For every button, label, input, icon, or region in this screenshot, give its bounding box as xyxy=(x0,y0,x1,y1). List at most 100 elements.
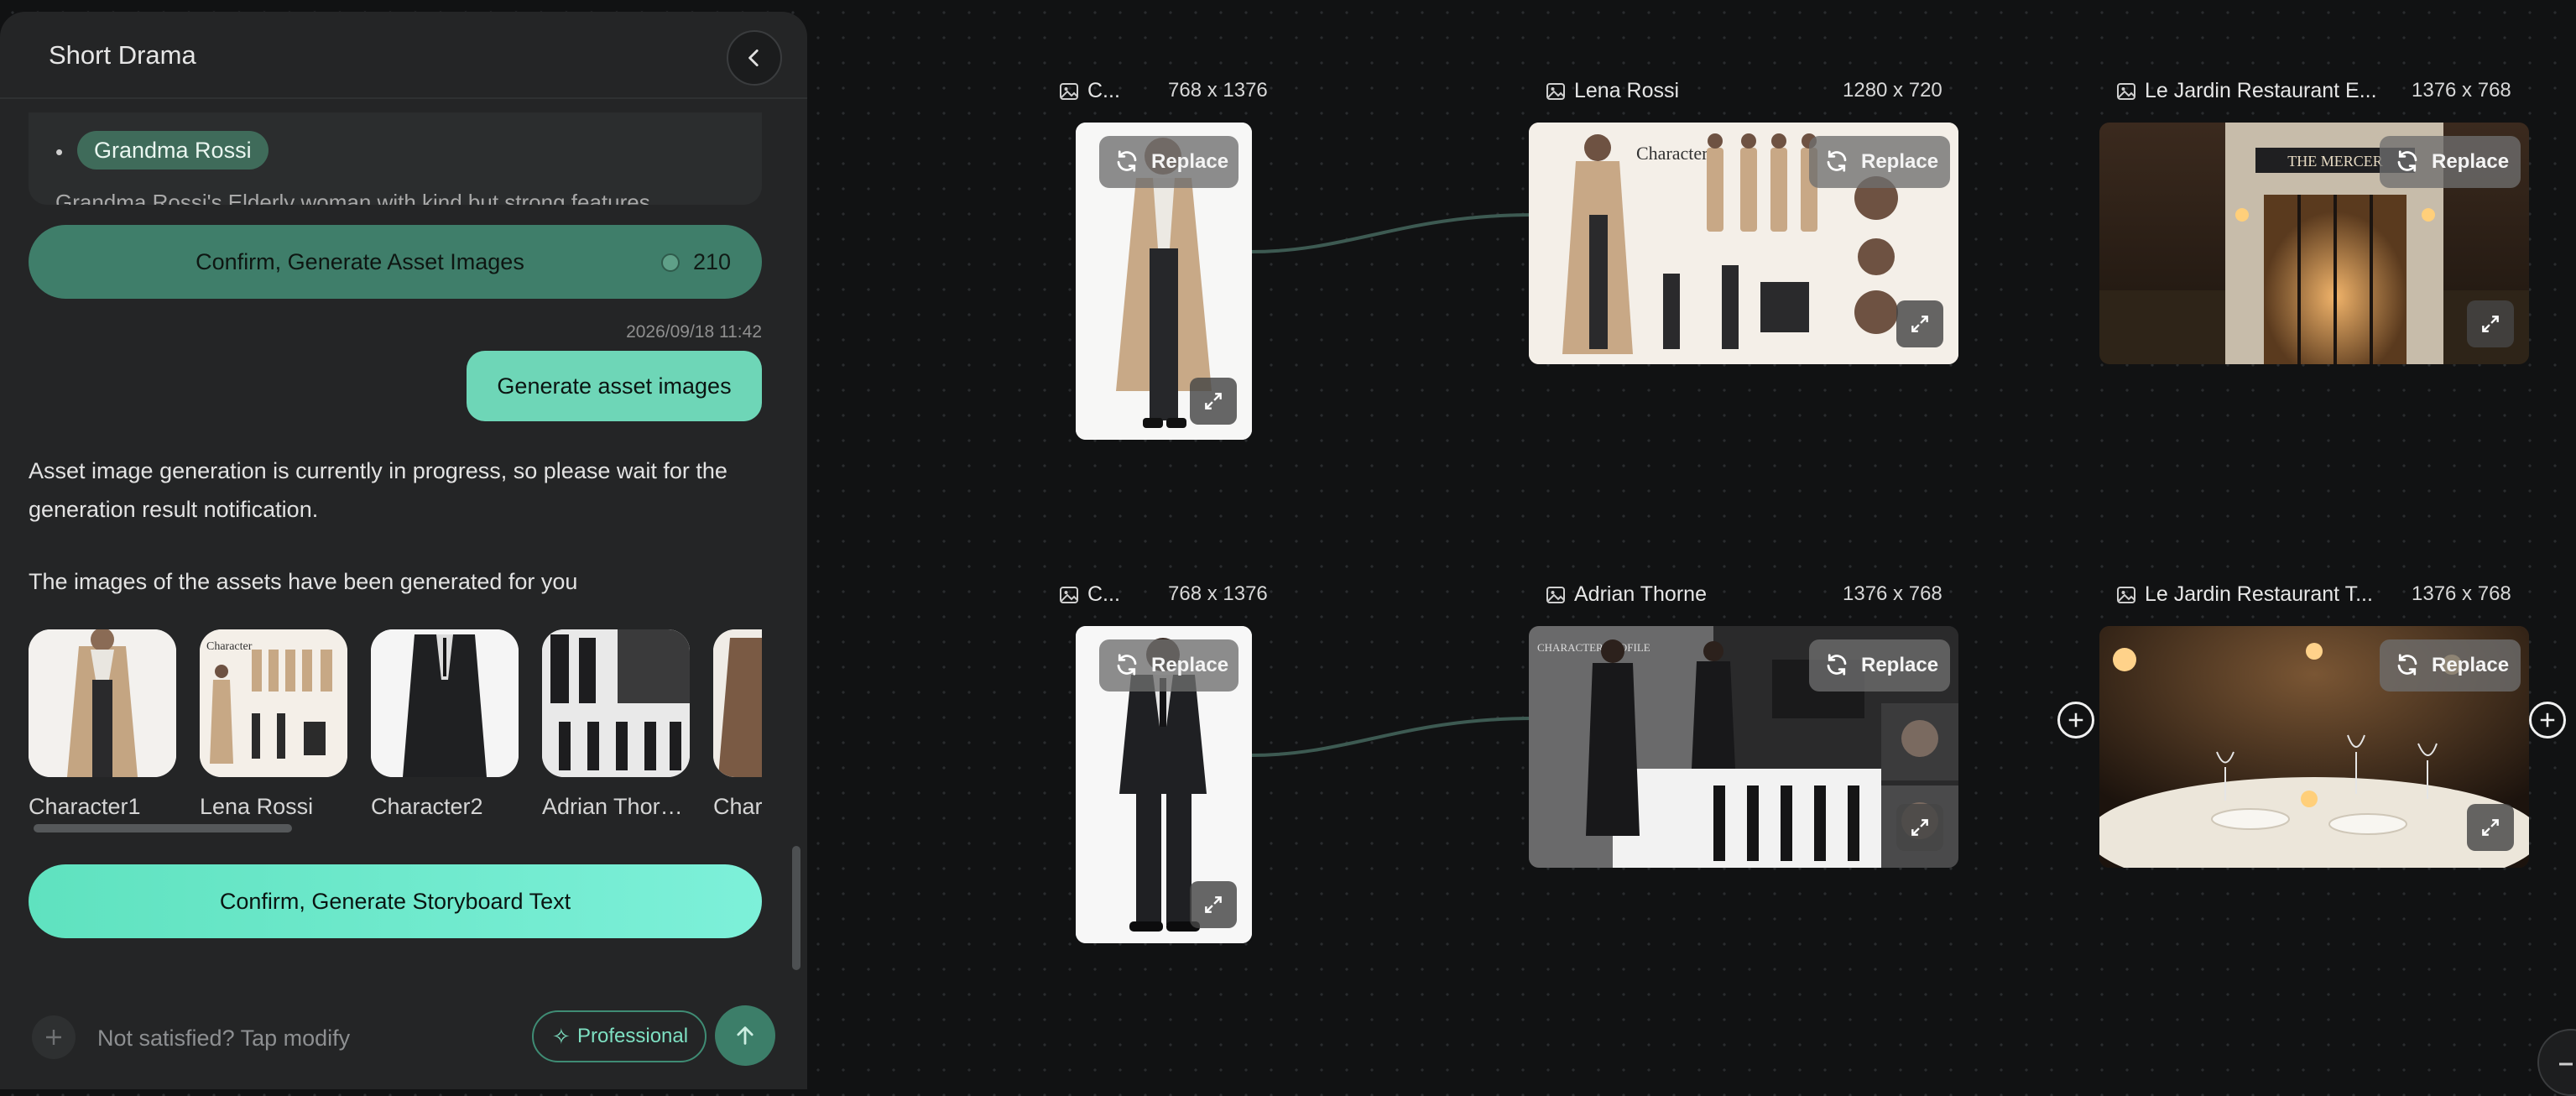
confirm-generate-assets-button[interactable]: Confirm, Generate Asset Images 210 xyxy=(29,225,762,299)
trench-coat-figure-image xyxy=(29,629,176,777)
node-name: Adrian Thorne xyxy=(1574,582,1707,606)
professional-mode-label: Professional xyxy=(577,1025,689,1047)
sparkle-icon: ✧ xyxy=(552,1024,571,1049)
node-dimensions: 1376 x 768 xyxy=(2412,79,2511,102)
node-name: C... xyxy=(1087,582,1120,606)
arrow-up-icon xyxy=(737,1026,754,1045)
node-dimensions: 1280 x 720 xyxy=(1843,79,1942,102)
asset-thumbnail-label: Character2 xyxy=(371,794,483,819)
plus-icon xyxy=(46,1030,61,1045)
node-dimensions: 1376 x 768 xyxy=(2412,582,2511,605)
asset-image-node[interactable]: Character Replace xyxy=(1529,123,1958,364)
expand-icon xyxy=(1911,316,1928,332)
refresh-icon xyxy=(1117,654,1137,676)
asset-thumbnail-label: Chara xyxy=(713,794,762,819)
expand-icon xyxy=(1205,393,1222,410)
refresh-icon xyxy=(1827,654,1847,676)
asset-thumbnail[interactable]: Character xyxy=(200,629,347,777)
image-icon xyxy=(2117,587,2135,603)
expand-button[interactable] xyxy=(1896,300,1943,347)
add-node-button[interactable] xyxy=(2529,702,2566,738)
node-title: C... xyxy=(1059,582,1123,608)
user-message-bubble: Generate asset images xyxy=(467,351,762,421)
professional-mode-button[interactable]: ✧ Professional xyxy=(532,1010,707,1062)
coin-icon xyxy=(661,253,680,272)
sheet-heading: CHARACTER PROFILE xyxy=(1537,641,1650,654)
confirm-generate-storyboard-button[interactable]: Confirm, Generate Storyboard Text xyxy=(29,864,762,938)
asset-thumbnail-label: Lena Rossi xyxy=(200,794,314,819)
asset-thumbnail[interactable] xyxy=(542,629,690,777)
node-title: Lena Rossi xyxy=(1546,79,1713,104)
panel-title: Short Drama xyxy=(49,40,196,70)
refresh-icon xyxy=(1117,150,1137,172)
refresh-icon xyxy=(1827,150,1847,172)
message-timestamp: 2026/09/18 11:42 xyxy=(626,322,762,342)
add-node-button[interactable] xyxy=(2057,702,2094,738)
asset-tag[interactable]: Grandma Rossi xyxy=(77,131,269,170)
list-bullet: • xyxy=(55,139,64,164)
character-sheet-image xyxy=(542,629,690,777)
replace-button[interactable]: Replace xyxy=(2380,639,2521,692)
image-icon xyxy=(2117,83,2135,100)
replace-label: Replace xyxy=(1151,654,1229,676)
expand-button[interactable] xyxy=(1190,378,1237,425)
expand-button[interactable] xyxy=(2467,804,2514,851)
confirm-generate-assets-label: Confirm, Generate Asset Images xyxy=(196,249,524,274)
sheet-heading: Character xyxy=(1636,143,1708,164)
replace-label: Replace xyxy=(2432,654,2510,676)
asset-image-node[interactable]: THE MERCER Replace xyxy=(2099,123,2529,364)
asset-thumbnail-strip[interactable]: Character1 Character Lena Rossi Characte… xyxy=(29,618,762,827)
replace-label: Replace xyxy=(2432,150,2510,173)
asset-image-node[interactable]: Replace xyxy=(1076,123,1252,440)
asset-thumbnail[interactable] xyxy=(29,629,176,777)
modify-input[interactable] xyxy=(96,1010,519,1066)
expand-button[interactable] xyxy=(1896,804,1943,851)
node-name: Le Jardin Restaurant T... xyxy=(2145,582,2373,606)
asset-list-card: • Grandma Rossi Grandma Rossi's Elderly … xyxy=(29,112,762,205)
asset-image-node[interactable]: CHARACTER PROFILE Replace xyxy=(1529,626,1958,868)
expand-icon xyxy=(1911,819,1928,836)
asset-thumbnail[interactable] xyxy=(371,629,519,777)
coat-figure-image xyxy=(713,629,762,777)
attach-button[interactable] xyxy=(32,1015,76,1059)
suit-figure-image xyxy=(371,629,519,777)
assistant-message: Asset image generation is currently in p… xyxy=(29,458,727,522)
credit-cost: 210 xyxy=(693,249,732,274)
replace-button[interactable]: Replace xyxy=(2380,136,2521,188)
replace-button[interactable]: Replace xyxy=(1099,639,1238,692)
refresh-icon xyxy=(2397,654,2417,676)
node-name: Lena Rossi xyxy=(1574,79,1680,102)
replace-label: Replace xyxy=(1861,150,1939,173)
thumbnail-scrollbar[interactable] xyxy=(34,824,292,832)
asset-thumbnail[interactable] xyxy=(713,629,762,777)
restaurant-sign: THE MERCER xyxy=(2287,153,2383,170)
character-sheet-image: Character xyxy=(200,629,347,777)
zoom-out-button[interactable] xyxy=(2537,1029,2576,1096)
replace-button[interactable]: Replace xyxy=(1809,639,1950,692)
expand-button[interactable] xyxy=(2467,300,2514,347)
asset-image-node[interactable]: Replace xyxy=(2099,626,2529,868)
panel-header: Short Drama xyxy=(0,12,807,99)
replace-label: Replace xyxy=(1151,150,1229,173)
chevron-left-icon xyxy=(748,49,759,67)
image-icon xyxy=(1546,587,1565,603)
send-button[interactable] xyxy=(715,1005,775,1066)
refresh-icon xyxy=(2397,150,2417,172)
replace-button[interactable]: Replace xyxy=(1099,136,1238,188)
asset-image-node[interactable]: Replace xyxy=(1076,626,1252,943)
panel-scrollbar[interactable] xyxy=(792,846,800,970)
node-title: C... xyxy=(1059,79,1123,104)
image-icon xyxy=(1060,587,1078,603)
replace-button[interactable]: Replace xyxy=(1809,136,1950,188)
image-icon xyxy=(1060,83,1078,100)
node-name: C... xyxy=(1087,79,1120,102)
chat-panel: Short Drama • Grandma Rossi Grandma Ross… xyxy=(0,12,807,1089)
image-icon xyxy=(1546,83,1565,100)
node-title: Le Jardin Restaurant E... xyxy=(2116,79,2377,104)
asset-thumbnail-label: Adrian Thor… xyxy=(542,794,683,819)
node-dimensions: 1376 x 768 xyxy=(1843,582,1942,605)
node-connector xyxy=(1250,717,1535,757)
back-button[interactable] xyxy=(727,30,782,86)
expand-button[interactable] xyxy=(1190,881,1237,928)
svg-text:Character: Character xyxy=(206,640,253,653)
